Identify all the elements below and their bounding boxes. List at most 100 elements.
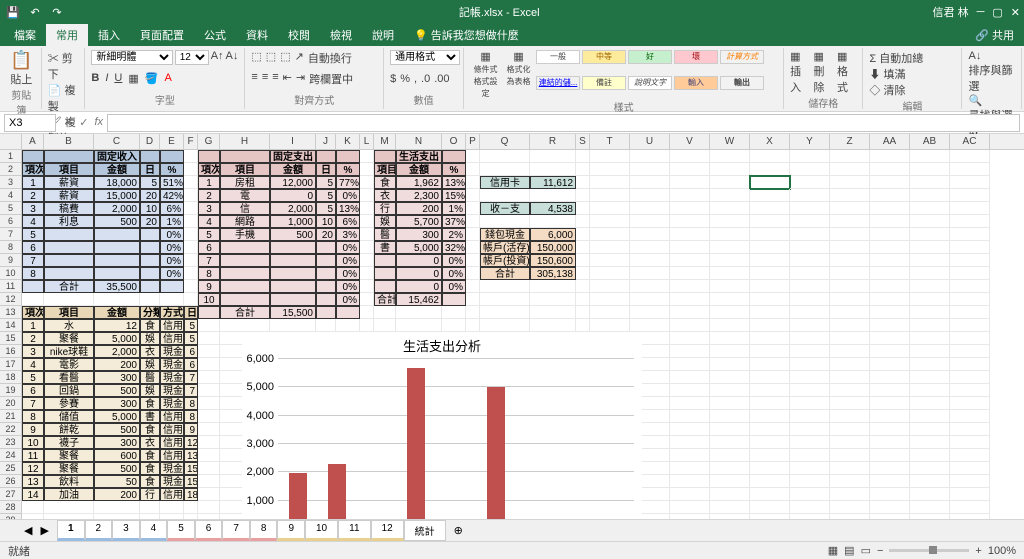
cell[interactable] bbox=[950, 475, 990, 488]
cell[interactable]: 8 bbox=[22, 410, 44, 423]
cell[interactable]: 2,300 bbox=[396, 189, 442, 202]
cell[interactable] bbox=[480, 319, 530, 332]
window-close-icon[interactable]: ✕ bbox=[1011, 6, 1020, 19]
zoom-level[interactable]: 100% bbox=[988, 545, 1016, 557]
cell[interactable] bbox=[360, 189, 374, 202]
cell[interactable] bbox=[160, 501, 184, 514]
align-right-icon[interactable]: ≡ bbox=[272, 71, 278, 87]
clear-button[interactable]: ◇ 清除 bbox=[869, 82, 955, 98]
cell[interactable]: 電 bbox=[220, 189, 270, 202]
cell[interactable] bbox=[910, 384, 950, 397]
cell[interactable] bbox=[750, 475, 790, 488]
col-header[interactable]: H bbox=[220, 134, 270, 149]
cell[interactable]: 300 bbox=[94, 436, 140, 449]
cell[interactable] bbox=[670, 241, 710, 254]
col-header[interactable]: S bbox=[576, 134, 590, 149]
cell[interactable] bbox=[22, 501, 44, 514]
cell[interactable] bbox=[630, 241, 670, 254]
cell[interactable]: 信 bbox=[220, 202, 270, 215]
cell[interactable]: 2 bbox=[22, 189, 44, 202]
cell[interactable] bbox=[790, 384, 830, 397]
sheet-tab[interactable]: 11 bbox=[338, 520, 370, 541]
cell[interactable] bbox=[710, 163, 750, 176]
cell[interactable] bbox=[790, 306, 830, 319]
cell[interactable] bbox=[198, 449, 220, 462]
cond-format-button[interactable]: ▦條件式格式設定 bbox=[470, 50, 501, 99]
cell[interactable] bbox=[374, 254, 396, 267]
cell[interactable]: 0% bbox=[442, 267, 466, 280]
cell[interactable] bbox=[670, 215, 710, 228]
cell[interactable]: 500 bbox=[94, 384, 140, 397]
cell[interactable]: 現金 bbox=[160, 371, 184, 384]
cell[interactable] bbox=[950, 189, 990, 202]
cell[interactable] bbox=[710, 254, 750, 267]
sheet-tab[interactable]: 5 bbox=[167, 520, 195, 541]
cell[interactable] bbox=[466, 163, 480, 176]
cell[interactable]: 帳戶(投資) bbox=[480, 254, 530, 267]
cell[interactable]: 2% bbox=[442, 228, 466, 241]
cell[interactable] bbox=[670, 345, 710, 358]
cell[interactable] bbox=[576, 215, 590, 228]
cell[interactable]: 薪資 bbox=[44, 176, 94, 189]
cell[interactable]: 合計 bbox=[480, 267, 530, 280]
cell[interactable]: 食 bbox=[140, 423, 160, 436]
cell[interactable] bbox=[576, 189, 590, 202]
cell[interactable] bbox=[576, 241, 590, 254]
cell[interactable]: 薪資 bbox=[44, 189, 94, 202]
cell[interactable] bbox=[710, 462, 750, 475]
cell[interactable]: 醫 bbox=[374, 228, 396, 241]
cell[interactable] bbox=[670, 410, 710, 423]
row-header[interactable]: 6 bbox=[0, 215, 22, 228]
cell[interactable]: 書 bbox=[140, 410, 160, 423]
cell[interactable]: 聚餐 bbox=[44, 462, 94, 475]
cell[interactable] bbox=[950, 436, 990, 449]
cell[interactable]: 2,000 bbox=[94, 202, 140, 215]
cell[interactable] bbox=[140, 150, 160, 163]
comma-icon[interactable]: , bbox=[414, 73, 417, 85]
cell[interactable] bbox=[750, 254, 790, 267]
cell[interactable]: 500 bbox=[270, 228, 316, 241]
tab-file[interactable]: 檔案 bbox=[4, 24, 46, 46]
col-header[interactable]: A bbox=[22, 134, 44, 149]
cell[interactable] bbox=[336, 319, 360, 332]
col-header[interactable]: K bbox=[336, 134, 360, 149]
cell[interactable] bbox=[790, 436, 830, 449]
cell[interactable]: 8 bbox=[198, 267, 220, 280]
cell[interactable]: 金額 bbox=[396, 163, 442, 176]
cell[interactable] bbox=[94, 254, 140, 267]
cell[interactable] bbox=[950, 176, 990, 189]
cell[interactable] bbox=[374, 306, 396, 319]
cell[interactable] bbox=[910, 280, 950, 293]
cell[interactable]: 0% bbox=[160, 254, 184, 267]
cell[interactable] bbox=[750, 267, 790, 280]
cell[interactable] bbox=[316, 280, 336, 293]
cell[interactable] bbox=[480, 215, 530, 228]
row-header[interactable]: 2 bbox=[0, 163, 22, 176]
copy-button[interactable]: 📄 複製 bbox=[48, 82, 79, 114]
cell[interactable]: 現金 bbox=[160, 345, 184, 358]
cell[interactable] bbox=[830, 345, 870, 358]
cell[interactable] bbox=[198, 358, 220, 371]
cell[interactable]: 150,600 bbox=[530, 254, 576, 267]
cell[interactable] bbox=[530, 306, 576, 319]
cell[interactable]: 6 bbox=[184, 358, 198, 371]
fill-button[interactable]: ⬇ 填滿 bbox=[869, 66, 955, 82]
cell[interactable]: 5 bbox=[316, 202, 336, 215]
cell[interactable] bbox=[910, 319, 950, 332]
cell[interactable]: 12 bbox=[94, 319, 140, 332]
align-middle-icon[interactable]: ⬚ bbox=[266, 50, 276, 66]
cell[interactable] bbox=[910, 397, 950, 410]
cell[interactable] bbox=[910, 410, 950, 423]
cell[interactable] bbox=[950, 267, 990, 280]
cell[interactable] bbox=[870, 449, 910, 462]
cell[interactable]: 現金 bbox=[160, 358, 184, 371]
cell[interactable]: 200 bbox=[396, 202, 442, 215]
col-header[interactable]: O bbox=[442, 134, 466, 149]
cell[interactable] bbox=[870, 176, 910, 189]
cell[interactable]: 食 bbox=[374, 176, 396, 189]
cell[interactable] bbox=[198, 319, 220, 332]
cell[interactable] bbox=[830, 319, 870, 332]
cell[interactable] bbox=[750, 215, 790, 228]
cell[interactable] bbox=[590, 176, 630, 189]
cell[interactable]: 項次 bbox=[198, 163, 220, 176]
